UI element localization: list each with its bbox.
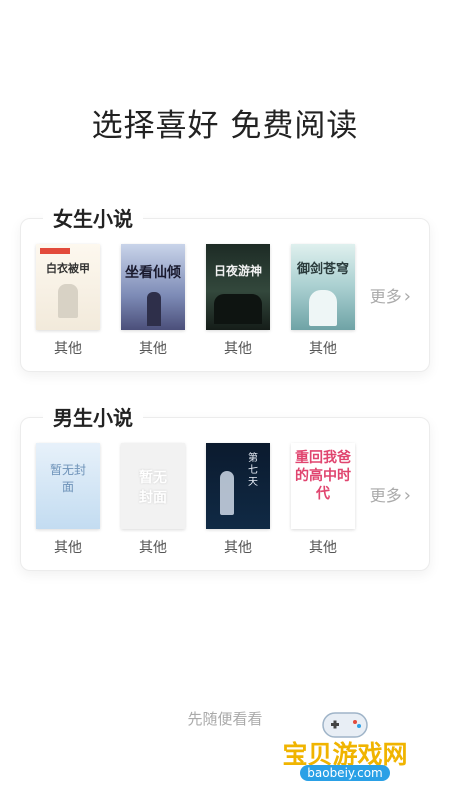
book-genre: 其他 — [309, 540, 337, 556]
book-genre: 其他 — [224, 341, 252, 357]
book-cover-title: 日夜游神 — [213, 264, 262, 278]
female-novels-card: 女生小说 白衣被甲 其他 坐看仙倾 其他 日夜游神 其他 御剑苍穹 其他 更多 … — [20, 206, 430, 372]
male-books-list: 暂无封面 其他 暂无封面 其他 第七天 其他 重回我爸的高中时代 其他 — [36, 443, 381, 563]
page-title: 选择喜好 免费阅读 — [91, 108, 359, 144]
more-label: 更多 — [369, 486, 402, 505]
book-genre: 其他 — [309, 341, 337, 357]
book-genre: 其他 — [139, 540, 167, 556]
book-genre: 其他 — [224, 540, 252, 556]
book-item[interactable]: 白衣被甲 其他 — [36, 244, 100, 358]
book-item[interactable]: 重回我爸的高中时代 其他 — [291, 443, 355, 557]
book-item[interactable]: 御剑苍穹 其他 — [291, 244, 355, 358]
more-link-female[interactable]: 更多 › — [370, 283, 411, 307]
book-cover[interactable]: 重回我爸的高中时代 — [291, 443, 355, 529]
book-cover-title: 暂无封面 — [49, 463, 86, 494]
more-link-male[interactable]: 更多 › — [370, 482, 411, 506]
book-cover-title: 暂无封面 — [139, 470, 167, 506]
book-cover-title: 第七天 — [248, 453, 258, 488]
book-item[interactable]: 坐看仙倾 其他 — [121, 244, 185, 358]
book-item[interactable]: 日夜游神 其他 — [206, 244, 270, 358]
book-cover[interactable]: 暂无封面 — [36, 443, 100, 529]
section-title-male: 男生小说 — [43, 405, 143, 431]
chevron-right-icon: › — [403, 286, 411, 307]
male-novels-card: 男生小说 暂无封面 其他 暂无封面 其他 第七天 其他 重回我爸的高中时代 其他 — [20, 405, 430, 571]
book-cover[interactable]: 暂无封面 — [121, 443, 185, 529]
book-cover-title: 御剑苍穹 — [296, 262, 349, 277]
book-cover[interactable]: 第七天 — [206, 443, 270, 529]
book-item[interactable]: 暂无封面 其他 — [121, 443, 185, 557]
book-cover[interactable]: 坐看仙倾 — [121, 244, 185, 330]
book-cover-title: 白衣被甲 — [46, 262, 90, 275]
book-cover-title: 坐看仙倾 — [125, 265, 181, 281]
more-label: 更多 — [369, 287, 402, 306]
book-genre: 其他 — [139, 341, 167, 357]
book-item[interactable]: 暂无封面 其他 — [36, 443, 100, 557]
book-genre: 其他 — [54, 341, 82, 357]
book-cover[interactable]: 日夜游神 — [206, 244, 270, 330]
book-genre: 其他 — [54, 540, 82, 556]
chevron-right-icon: › — [403, 485, 411, 506]
book-cover-title: 重回我爸的高中时代 — [295, 450, 351, 502]
female-books-list: 白衣被甲 其他 坐看仙倾 其他 日夜游神 其他 御剑苍穹 其他 — [36, 244, 381, 364]
book-cover[interactable]: 御剑苍穹 — [291, 244, 355, 330]
watermark-url: baobeiy.com — [300, 765, 390, 781]
book-item[interactable]: 第七天 其他 — [206, 443, 270, 557]
watermark-logo: 宝贝游戏网 baobeiy.com — [270, 705, 430, 800]
section-title-female: 女生小说 — [43, 206, 143, 232]
book-cover[interactable]: 白衣被甲 — [36, 244, 100, 330]
